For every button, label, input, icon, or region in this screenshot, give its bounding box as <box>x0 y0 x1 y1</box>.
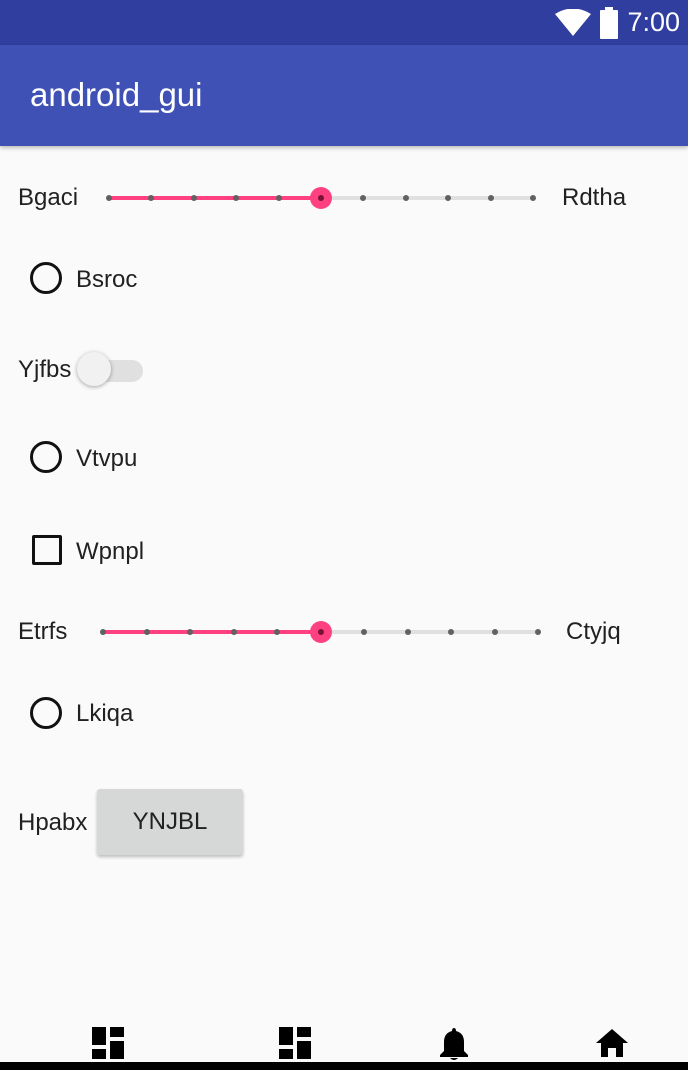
seekbar-tick <box>361 629 367 635</box>
status-bar: 7:00 <box>0 0 688 45</box>
seekbar-tick <box>448 629 454 635</box>
radio-lkiqa-label: Lkiqa <box>76 700 134 727</box>
seekbar-tick <box>404 629 411 635</box>
seekbar-tick <box>402 195 409 201</box>
bell-icon[interactable] <box>439 1027 469 1061</box>
bottom-edge <box>0 1062 688 1070</box>
battery-icon <box>600 6 619 39</box>
radio-bsroc-label: Bsroc <box>76 266 138 293</box>
seekbar-thumb[interactable] <box>310 187 332 209</box>
switch-yjfbs-label: Yjfbs <box>18 356 72 383</box>
seekbar1[interactable] <box>106 186 536 210</box>
seekbar-progress <box>109 196 321 200</box>
seekbar-tick <box>106 195 112 201</box>
radio-lkiqa[interactable] <box>30 697 62 729</box>
seekbar-tick <box>445 195 452 201</box>
radio-bsroc[interactable] <box>30 262 62 294</box>
app-title: android_gui <box>30 76 203 113</box>
dashboard-icon[interactable] <box>279 1027 311 1059</box>
seekbar-tick <box>143 629 150 635</box>
seekbar-tick <box>487 195 494 201</box>
seekbar-tick <box>100 629 106 635</box>
app-bar: android_gui <box>0 45 688 146</box>
seekbar-tick <box>190 195 197 201</box>
checkbox-wpnpl[interactable] <box>32 535 62 565</box>
seekbar-tick <box>275 195 282 201</box>
seekbar-tick <box>360 195 367 201</box>
checkbox-wpnpl-label: Wpnpl <box>76 538 145 565</box>
seekbar1-left-label: Bgaci <box>18 184 79 211</box>
status-icons: 7:00 <box>555 0 680 45</box>
seekbar-thumb[interactable] <box>309 621 332 643</box>
dashboard-icon[interactable] <box>92 1027 124 1059</box>
status-time: 7:00 <box>627 7 680 37</box>
switch-yjfbs[interactable] <box>77 350 143 386</box>
seekbar-progress <box>103 630 321 634</box>
wifi-icon <box>555 8 592 36</box>
seekbar2[interactable] <box>100 620 541 644</box>
radio-vtvpu-label: Vtvpu <box>76 445 138 472</box>
button-row-label: Hpabx <box>18 809 88 836</box>
seekbar-tick <box>187 629 193 635</box>
seekbar-tick <box>230 629 237 635</box>
seekbar-tick <box>233 195 240 201</box>
seekbar2-left-label: Etrfs <box>18 618 68 645</box>
seekbar-tick <box>530 195 536 201</box>
home-icon[interactable] <box>595 1027 629 1057</box>
switch-thumb <box>77 352 111 386</box>
ynjbl-button[interactable]: YNJBL <box>97 789 243 855</box>
radio-vtvpu[interactable] <box>30 441 62 473</box>
seekbar-tick <box>491 629 498 635</box>
seekbar-tick <box>148 195 155 201</box>
seekbar1-right-label: Rdtha <box>562 184 627 211</box>
seekbar-tick <box>274 629 280 635</box>
seekbar2-right-label: Ctyjq <box>566 618 621 645</box>
seekbar-tick <box>535 629 541 635</box>
